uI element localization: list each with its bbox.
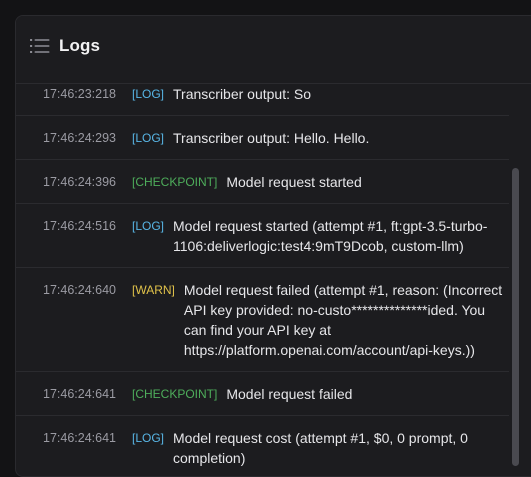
log-level-tag: [LOG] <box>132 219 165 233</box>
log-message: Model request failed (attempt #1, reason… <box>183 282 503 358</box>
log-timestamp: 17:46:24:641 <box>43 387 116 401</box>
logs-panel-header: Logs <box>16 16 531 84</box>
log-row: 17:46:24:641 [LOG] Model request cost (att… <box>16 416 522 476</box>
log-level-tag: [LOG] <box>132 131 165 145</box>
logs-panel: Logs 17:46:23:218 [LOG] Transcriber output… <box>15 15 531 477</box>
log-message: Model request failed <box>226 386 353 402</box>
log-level-tag: [WARN] <box>132 283 175 297</box>
log-message: Model request started (attempt #1, ft:gp… <box>173 218 488 254</box>
log-row: 17:46:24:396 [CHECKPOINT] Model request st… <box>16 160 522 204</box>
log-message: Model request started <box>226 174 362 190</box>
log-timestamp: 17:46:24:641 <box>43 431 116 445</box>
log-list: 17:46:23:218 [LOG] Transcriber output: So 1… <box>16 84 522 476</box>
log-row: 17:46:24:640 [WARN] Model request failed (… <box>16 268 522 372</box>
log-timestamp: 17:46:24:640 <box>43 283 116 297</box>
log-level-tag: [CHECKPOINT] <box>132 175 218 189</box>
log-timestamp: 17:46:24:293 <box>43 131 116 145</box>
log-timestamp: 17:46:24:516 <box>43 219 116 233</box>
log-timestamp: 17:46:23:218 <box>43 87 116 101</box>
log-row: 17:46:24:641 [CHECKPOINT] Model request fa… <box>16 372 522 416</box>
log-message: Transcriber output: So <box>173 86 312 102</box>
scrollbar-thumb[interactable] <box>512 168 519 466</box>
panel-title: Logs <box>59 36 101 55</box>
log-message: Model request cost (attempt #1, $0, 0 pr… <box>173 430 468 466</box>
log-row: 17:46:23:218 [LOG] Transcriber output: So <box>16 84 522 116</box>
log-list-viewport[interactable]: 17:46:23:218 [LOG] Transcriber output: So 1… <box>16 84 522 476</box>
log-row: 17:46:24:516 [LOG] Model request started (… <box>16 204 522 268</box>
log-level-tag: [LOG] <box>132 87 165 101</box>
log-row: 17:46:24:293 [LOG] Transcriber output: Hel… <box>16 116 522 160</box>
log-message: Transcriber output: Hello. Hello. <box>173 130 370 146</box>
list-icon <box>30 39 50 53</box>
log-level-tag: [CHECKPOINT] <box>132 387 218 401</box>
log-level-tag: [LOG] <box>132 431 165 445</box>
log-timestamp: 17:46:24:396 <box>43 175 116 189</box>
